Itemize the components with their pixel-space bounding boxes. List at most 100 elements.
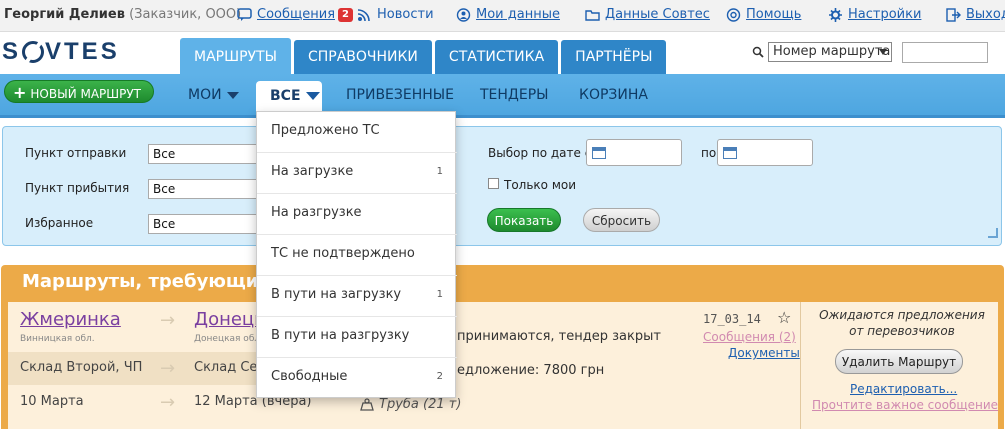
messages-badge: 2	[338, 7, 353, 22]
to-city-link[interactable]: Донецк	[194, 309, 265, 330]
weight-icon	[360, 398, 374, 411]
menu-item-unconfirmed[interactable]: ТС не подтверждено	[257, 235, 457, 276]
only-mine-checkbox[interactable]	[488, 178, 499, 189]
calendar-icon[interactable]	[592, 147, 606, 159]
new-route-button[interactable]: + НОВЫЙ МАРШРУТ	[4, 80, 154, 103]
my-data-link[interactable]: Мои данные	[456, 7, 560, 22]
user-name: Георгий Делиев	[4, 7, 125, 22]
menu-item-en-route-loading[interactable]: В пути на загрузку 1	[257, 276, 457, 317]
calendar-icon[interactable]	[723, 147, 737, 159]
date-from-input[interactable]	[586, 139, 682, 166]
menu-item-label: В пути на загрузку	[271, 287, 402, 302]
logo-o-mark	[22, 41, 45, 63]
subnav-trash[interactable]: КОРЗИНА	[579, 87, 648, 103]
arrow-right-icon: →	[160, 392, 176, 413]
arrow-right-icon: →	[160, 310, 176, 331]
menu-item-label: ТС не подтверждено	[271, 246, 415, 261]
chevron-down-icon	[226, 91, 239, 99]
cargo-label: Труба (21 т)	[379, 397, 462, 412]
origin-select[interactable]: Все	[148, 144, 258, 164]
date-from-label: Выбор по дате с	[488, 146, 592, 160]
menu-item-offered[interactable]: Предложено ТС	[257, 112, 457, 153]
news-label[interactable]: Новости	[377, 7, 434, 22]
news-link[interactable]: Новости	[357, 7, 434, 22]
from-city-link[interactable]: Жмеринка	[20, 309, 121, 330]
subnav-mine[interactable]: МОИ	[188, 87, 239, 103]
tab-directories[interactable]: Справочники	[293, 40, 432, 74]
help-label[interactable]: Помощь	[746, 7, 801, 22]
settings-label[interactable]: Настройки	[848, 7, 921, 22]
delete-route-button[interactable]: Удалить Маршрут	[835, 349, 963, 374]
destination-select[interactable]: Все	[148, 179, 258, 199]
menu-item-en-route-unloading[interactable]: В пути на разгрузку	[257, 317, 457, 358]
messages-route-link[interactable]: Сообщения (2)	[703, 330, 796, 344]
show-button[interactable]: Показать	[487, 208, 561, 232]
search-type-select[interactable]: Номер маршрута	[768, 42, 892, 62]
lifebuoy-icon	[726, 7, 741, 22]
search-input[interactable]	[902, 42, 988, 63]
folder-icon	[585, 9, 600, 21]
logout-label[interactable]: Выход	[966, 7, 1005, 22]
rss-icon	[357, 8, 370, 21]
destination-label: Пункт прибытия	[25, 181, 130, 195]
menu-item-count: 1	[436, 166, 443, 177]
reset-button[interactable]: Сбросить	[583, 208, 660, 232]
only-mine-label: Только мои	[504, 178, 577, 192]
messages-label[interactable]: Сообщения	[257, 7, 335, 22]
search-icon	[752, 46, 764, 58]
logo-text: VTES	[45, 38, 120, 65]
menu-item-loading[interactable]: На загрузке 1	[257, 153, 457, 194]
tab-routes[interactable]: Маршруты	[180, 38, 291, 74]
menu-item-label: На загрузке	[271, 164, 354, 179]
routes-section-title: Маршруты, требующие в	[22, 271, 289, 292]
main-tabs: Маршруты Справочники Статистика Партнёры	[180, 38, 669, 74]
subnav-mine-label: МОИ	[188, 87, 222, 103]
tab-partners[interactable]: Партнёры	[561, 40, 667, 74]
logout-link[interactable]: Выход	[946, 7, 1005, 22]
important-message-link[interactable]: Прочтите важное сообщение	[812, 398, 998, 412]
chevron-down-icon	[305, 92, 320, 100]
menu-item-label: На разгрузке	[271, 205, 362, 220]
user-role: (Заказчик, ООО)	[129, 7, 242, 22]
logo[interactable]: S VTES	[2, 38, 120, 66]
status-dropdown-menu: Предложено ТС На загрузке 1 На разгрузке …	[256, 111, 457, 399]
new-route-label: НОВЫЙ МАРШРУТ	[30, 87, 141, 101]
menu-item-unloading[interactable]: На разгрузке	[257, 194, 457, 235]
my-data-label[interactable]: Мои данные	[476, 7, 560, 22]
from-region: Винницкая обл.	[20, 334, 95, 344]
chevron-down-icon	[879, 49, 887, 55]
arrow-right-icon: →	[160, 358, 176, 379]
resize-handle[interactable]	[988, 228, 998, 238]
to-region: Донецкая обл	[194, 334, 261, 344]
from-date: 10 Марта	[20, 394, 84, 409]
help-link[interactable]: Помощь	[726, 7, 801, 22]
documents-link[interactable]: Документы	[728, 346, 800, 360]
plus-icon: +	[13, 83, 27, 102]
tab-statistics[interactable]: Статистика	[434, 40, 559, 74]
chat-icon	[237, 7, 252, 21]
subnav-all-label: ВСЕ	[270, 88, 301, 104]
edit-route-link[interactable]: Редактировать...	[850, 382, 957, 396]
menu-item-label: В пути на разгрузку	[271, 328, 410, 343]
menu-item-count: 1	[436, 289, 443, 300]
sovtes-data-label[interactable]: Данные Совтес	[605, 7, 710, 22]
search-type-value: Номер маршрута	[773, 44, 891, 59]
cargo-info: Труба (21 т)	[360, 397, 461, 412]
menu-item-label: Предложено ТС	[271, 123, 380, 138]
favorites-select[interactable]: Все	[148, 214, 258, 234]
from-warehouse: Склад Второй, ЧП	[20, 360, 143, 375]
settings-link[interactable]: Настройки	[828, 7, 921, 22]
sovtes-data-link[interactable]: Данные Совтес	[585, 7, 710, 22]
subnav-delivered[interactable]: ПРИВЕЗЕННЫЕ	[346, 87, 454, 103]
subnav-tenders[interactable]: ТЕНДЕРЫ	[480, 87, 549, 103]
route-date-code: 17_03_14	[703, 312, 761, 326]
date-to-label: по	[701, 146, 717, 160]
star-icon[interactable]: ☆	[777, 308, 791, 327]
date-to-input[interactable]	[717, 139, 813, 166]
logo-letter: S	[2, 38, 22, 65]
subnav-all[interactable]: ВСЕ	[256, 81, 322, 111]
tender-status: принимаются, тендер закрыт	[457, 329, 661, 344]
menu-item-free[interactable]: Свободные 2	[257, 358, 457, 399]
waiting-offers-text: Ожидаются предложения от перевозчиков	[819, 308, 985, 338]
messages-link[interactable]: Сообщения 2	[237, 7, 353, 22]
